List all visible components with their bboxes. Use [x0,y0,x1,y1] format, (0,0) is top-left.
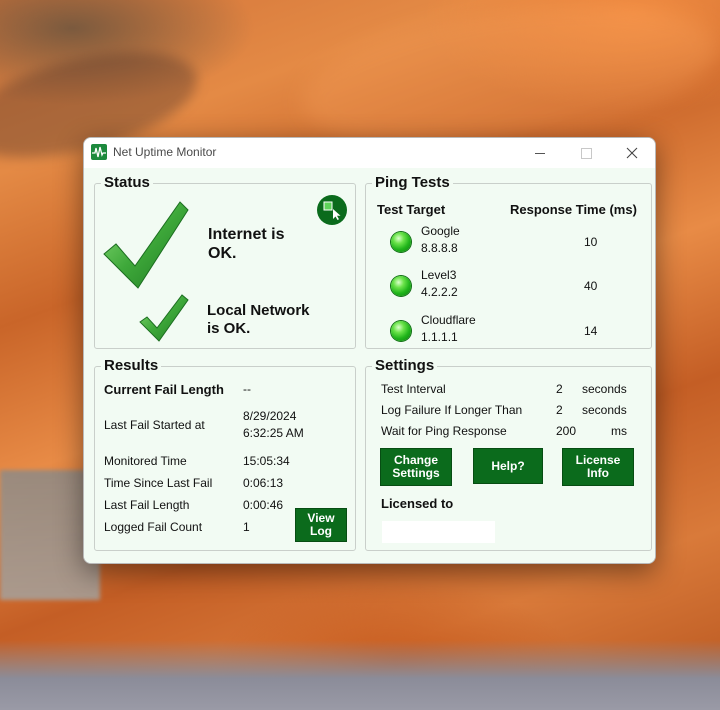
license-info-button[interactable]: License Info [562,448,634,486]
view-log-line2: Log [310,524,332,538]
licensed-to-label: Licensed to [381,496,454,511]
app-window: Net Uptime Monitor Status Internet is OK… [83,137,656,564]
ping-response-time: 10 [584,235,598,249]
change-settings-line2: Settings [392,466,440,480]
monitored-time-value: 15:05:34 [243,454,290,468]
internet-status-line1: Internet is [208,226,285,243]
window-title: Net Uptime Monitor [113,145,217,159]
local-status-line1: Local Network [207,302,310,319]
response-time-header: Response Time (ms) [510,202,637,217]
internet-status-line2: OK. [208,245,237,262]
licensed-to-value [382,521,495,543]
minimize-icon [535,152,545,154]
last-fail-started-label: Last Fail Started at [104,418,205,432]
status-heading: Status [101,174,153,191]
ping-target-name: Level3 [421,268,457,282]
time-since-last-fail-label: Time Since Last Fail [104,476,213,490]
mini-mode-button[interactable] [317,195,347,225]
last-fail-length-value: 0:00:46 [243,498,284,512]
setting-unit: seconds [582,403,627,417]
setting-unit: seconds [582,382,627,396]
results-group: Results Current Fail Length -- Last Fail… [94,357,356,551]
setting-value: 2 [556,403,563,417]
settings-group: Settings Test Interval 2 seconds Log Fai… [365,357,652,551]
setting-value: 2 [556,382,563,396]
internet-status-text: Internet is OK. [208,225,284,263]
ping-target-ip: 8.8.8.8 [421,241,458,255]
maximize-button[interactable] [563,138,609,168]
last-fail-started-time: 6:32:25 AM [243,426,304,440]
status-led-icon [391,232,411,252]
last-fail-started-date: 8/29/2024 [243,409,297,423]
status-led-icon [391,321,411,341]
ping-response-time: 14 [584,324,598,338]
minimize-button[interactable] [517,138,563,168]
app-monitor-icon [91,144,107,160]
small-checkmark-icon [139,294,189,342]
ping-row: Level3 4.2.2.2 40 [366,265,651,305]
setting-unit: ms [611,424,627,438]
title-bar[interactable]: Net Uptime Monitor [84,138,655,168]
help-button[interactable]: Help? [473,448,543,484]
help-label: Help? [491,458,525,473]
settings-heading: Settings [372,357,438,374]
ping-row: Google 8.8.8.8 10 [366,221,651,261]
wallpaper-gravel [0,640,720,710]
setting-label: Test Interval [381,382,446,396]
license-info-line2: Info [587,466,609,480]
ping-target-ip: 4.2.2.2 [421,285,458,299]
setting-value: 200 [556,424,577,438]
local-status-line2: is OK. [207,320,251,337]
mini-mode-icon [323,201,341,220]
results-heading: Results [101,357,162,374]
local-status-text: Local Network is OK. [207,302,310,338]
logged-fail-count-label: Logged Fail Count [104,520,203,534]
ping-target-ip: 1.1.1.1 [421,330,458,344]
status-group: Status Internet is OK. Local Network is … [94,174,356,349]
logged-fail-count-value: 1 [243,520,250,534]
monitored-time-label: Monitored Time [104,454,187,468]
time-since-last-fail-value: 0:06:13 [243,476,284,490]
big-checkmark-icon [103,201,189,289]
view-log-button[interactable]: View Log [295,508,347,542]
close-icon [626,147,638,159]
client-area: Status Internet is OK. Local Network is … [84,168,655,563]
current-fail-length-value: -- [243,382,251,396]
current-fail-length-label: Current Fail Length [104,382,224,397]
test-target-header: Test Target [377,202,446,217]
status-led-icon [391,276,411,296]
ping-tests-group: Ping Tests Test Target Response Time (ms… [365,174,652,350]
last-fail-length-label: Last Fail Length [104,498,190,512]
close-button[interactable] [609,138,655,168]
ping-row: Cloudflare 1.1.1.1 14 [366,310,651,350]
setting-label: Wait for Ping Response [381,424,507,438]
ping-target-name: Cloudflare [421,313,476,327]
setting-label: Log Failure If Longer Than [381,403,523,417]
change-settings-button[interactable]: Change Settings [380,448,452,486]
ping-target-name: Google [421,224,460,238]
ping-response-time: 40 [584,279,598,293]
ping-heading: Ping Tests [372,174,453,191]
maximize-icon [580,147,592,159]
